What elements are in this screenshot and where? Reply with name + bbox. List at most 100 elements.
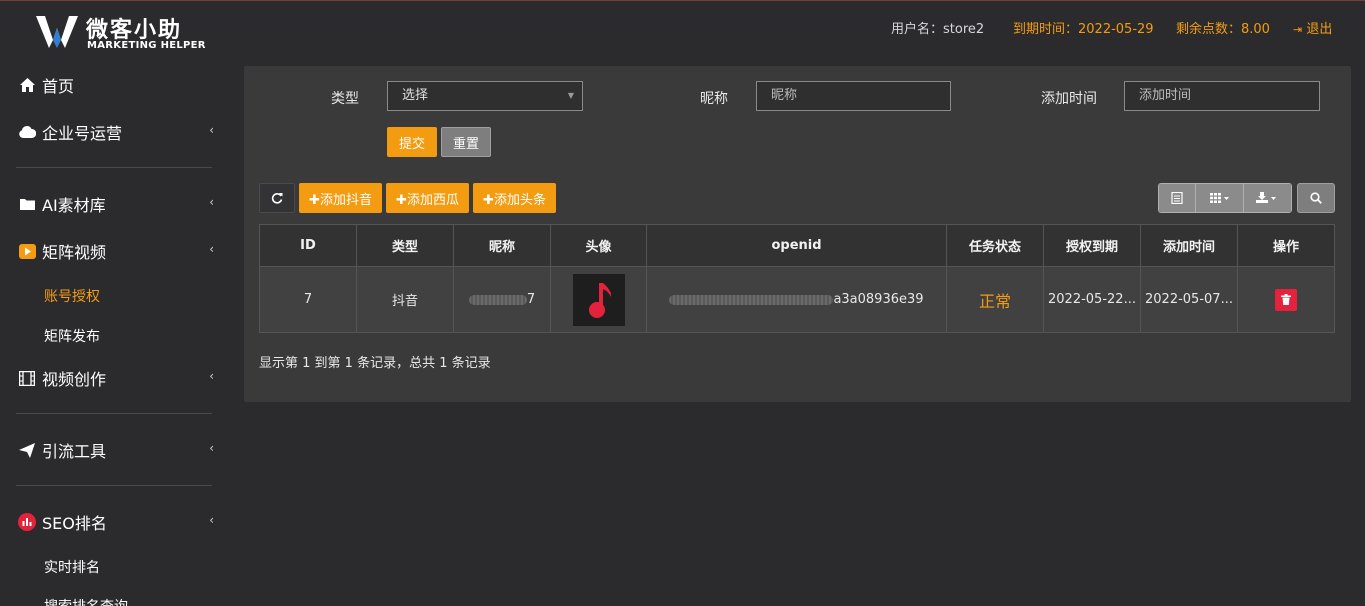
logo-w-icon (36, 16, 78, 48)
accounts-table: ID 类型 昵称 头像 openid 任务状态 授权到期 添加时间 操作 7 抖… (259, 224, 1335, 333)
chevron-left-icon: ‹ (209, 123, 214, 137)
logo-subtitle: MARKETING HELPER (87, 40, 206, 51)
export-button[interactable] (1243, 184, 1291, 212)
avatar (572, 273, 625, 326)
search-toggle-button[interactable] (1297, 183, 1335, 213)
column-header[interactable]: 昵称 (453, 224, 551, 267)
sidebar-item-label: AI素材库 (42, 196, 106, 215)
download-icon (1256, 192, 1277, 203)
column-header[interactable]: 添加时间 (1140, 224, 1238, 267)
type-filter-label: 类型 (331, 91, 359, 107)
sidebar-sub-realtime-rank[interactable]: 实时排名 (44, 557, 100, 577)
logout-link[interactable]: ⇥ 退出 (1293, 18, 1332, 37)
cell-id: 7 (259, 266, 357, 333)
cell-nickname: 7 (453, 266, 551, 333)
chevron-left-icon: ‹ (209, 195, 214, 209)
home-icon (18, 76, 36, 94)
pagination-summary: 显示第 1 到第 1 条记录，总共 1 条记录 (259, 356, 491, 371)
openid-tail: a3a08936e39 (833, 292, 924, 307)
cell-added-time: 2022-05-07... (1140, 266, 1238, 333)
cell-status: 正常 (946, 266, 1044, 333)
card-view-button[interactable] (1159, 184, 1197, 212)
chevron-left-icon: ‹ (209, 441, 214, 455)
redacted-openid (669, 294, 834, 305)
sidebar-item-label: 矩阵视频 (42, 243, 107, 262)
column-header[interactable]: 任务状态 (946, 224, 1044, 267)
top-accent-line (0, 0, 1365, 1)
sidebar-item-label: 首页 (42, 77, 75, 96)
chart-icon (18, 513, 36, 531)
logout-icon: ⇥ (1293, 23, 1303, 36)
column-header[interactable]: ID (259, 224, 357, 267)
add-douyin-button[interactable]: ✚添加抖音 (299, 183, 382, 213)
cell-type: 抖音 (356, 266, 454, 333)
username-text: 用户名：store2 (891, 22, 985, 37)
delete-button[interactable] (1275, 288, 1297, 311)
trash-icon (1281, 294, 1291, 305)
cell-auth-expire: 2022-05-22... (1043, 266, 1141, 333)
logout-label: 退出 (1306, 22, 1333, 37)
nickname-filter-label: 昵称 (700, 91, 728, 107)
sidebar-item-video-create[interactable]: 视频创作 ‹ (18, 363, 214, 393)
sidebar-item-label: 视频创作 (42, 370, 107, 389)
chevron-left-icon: ‹ (209, 369, 214, 383)
sidebar-item-enterprise[interactable]: 企业号运营 ‹ (18, 117, 214, 147)
table-row: 7 抖音 7 a3a08936e39 正常 2022-05-22... 2022… (259, 266, 1335, 333)
brand-logo: 微客小助 MARKETING HELPER (36, 12, 206, 56)
column-header[interactable]: 类型 (356, 224, 454, 267)
sidebar-sub-matrix-publish[interactable]: 矩阵发布 (44, 326, 100, 346)
table-view-toolbar (1158, 183, 1292, 213)
sidebar-item-label: SEO排名 (42, 514, 107, 533)
sidebar-item-label: 引流工具 (42, 442, 107, 461)
expire-time-text: 到期时间：2022-05-29 (1013, 22, 1154, 37)
type-select[interactable]: 选择 ▼ (387, 81, 583, 111)
chevron-left-icon: ‹ (209, 513, 214, 527)
add-time-input[interactable]: 添加时间 (1124, 81, 1320, 111)
reset-button[interactable]: 重置 (441, 127, 491, 157)
sidebar-item-seo[interactable]: SEO排名 ‹ (18, 507, 214, 537)
sidebar-nav: 首页 企业号运营 ‹ AI素材库 ‹ 矩阵视频 ‹ 账号授权 矩阵发布 视频创作… (0, 62, 230, 606)
add-xigua-button[interactable]: ✚添加西瓜 (386, 183, 469, 213)
search-icon (1310, 192, 1322, 204)
columns-toggle-button[interactable] (1196, 184, 1244, 212)
cell-avatar (550, 266, 647, 333)
nickname-input-placeholder: 昵称 (771, 88, 798, 103)
table-header-row: ID 类型 昵称 头像 openid 任务状态 授权到期 添加时间 操作 (259, 224, 1335, 267)
sidebar-divider (16, 167, 212, 168)
grid-icon (1209, 193, 1229, 203)
redacted-nickname (468, 294, 527, 305)
add-toutiao-button[interactable]: ✚添加头条 (473, 183, 556, 213)
cloud-icon (18, 123, 36, 141)
column-header[interactable]: 头像 (550, 224, 647, 267)
sidebar-item-home[interactable]: 首页 (18, 70, 214, 100)
column-header[interactable]: 授权到期 (1043, 224, 1141, 267)
column-header[interactable]: 操作 (1237, 224, 1335, 267)
sidebar-item-traffic-tools[interactable]: 引流工具 ‹ (18, 435, 214, 465)
sidebar-item-label: 企业号运营 (42, 124, 123, 143)
add-time-input-placeholder: 添加时间 (1139, 88, 1192, 103)
cell-openid: a3a08936e39 (646, 266, 947, 333)
send-icon (18, 441, 36, 459)
nickname-tail: 7 (526, 292, 536, 307)
sidebar-item-ai-library[interactable]: AI素材库 ‹ (18, 189, 214, 219)
refresh-button[interactable] (259, 183, 295, 213)
remaining-points-text: 剩余点数：8.00 (1176, 22, 1270, 37)
sidebar-sub-account-auth[interactable]: 账号授权 (44, 286, 100, 306)
list-icon (1171, 192, 1183, 204)
column-header[interactable]: openid (646, 224, 947, 267)
film-icon (18, 369, 36, 387)
nickname-input[interactable]: 昵称 (756, 81, 951, 111)
sidebar-divider (16, 413, 212, 414)
music-note-icon (588, 282, 611, 318)
video-icon (18, 242, 36, 260)
chevron-down-icon: ▼ (567, 91, 574, 100)
chevron-left-icon: ‹ (209, 242, 214, 256)
submit-button[interactable]: 提交 (387, 127, 437, 157)
sidebar-item-matrix-video[interactable]: 矩阵视频 ‹ (18, 236, 214, 266)
sidebar-sub-search-rank[interactable]: 搜索排名查询 (44, 596, 128, 606)
folder-icon (18, 195, 36, 213)
sidebar-divider (16, 485, 212, 486)
time-filter-label: 添加时间 (1041, 91, 1097, 107)
type-select-value: 选择 (402, 88, 429, 103)
cell-actions (1237, 266, 1335, 333)
